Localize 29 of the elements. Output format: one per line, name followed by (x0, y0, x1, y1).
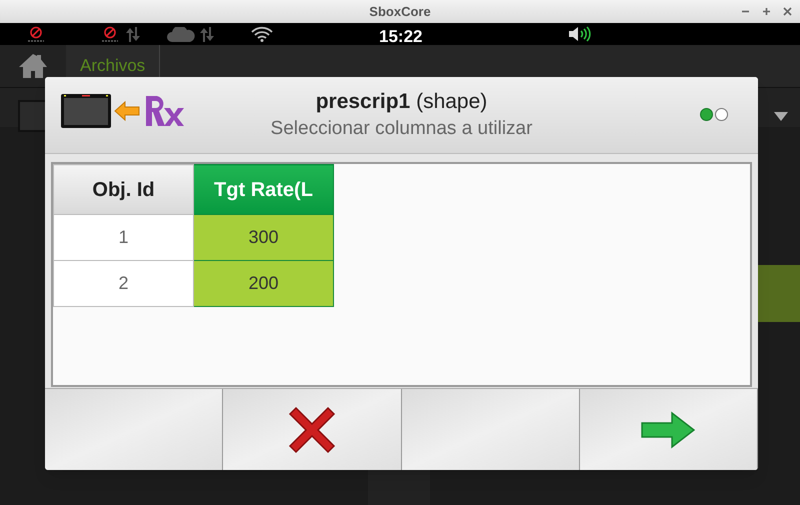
table-cell: 2 (54, 260, 194, 306)
wifi-icon (251, 26, 273, 42)
arrow-left-icon (114, 100, 140, 122)
list-row-highlight (758, 265, 800, 322)
dialog-subtitle: Seleccionar columnas a utilizar (270, 117, 532, 141)
blocked-icon (27, 26, 45, 42)
house-icon (18, 53, 48, 79)
column-header[interactable]: Obj. Id (54, 164, 194, 214)
next-button[interactable] (580, 389, 758, 470)
dialog-title: prescrip1 (shape) (316, 89, 488, 115)
transfer-arrows-icon (124, 26, 142, 43)
home-button[interactable] (0, 45, 66, 87)
table-cell: 200 (194, 260, 334, 306)
cloud-icon (166, 27, 196, 42)
clock-time: 15:22 (379, 26, 422, 48)
cancel-button[interactable] (223, 389, 402, 470)
column-header[interactable]: Tgt Rate(L (194, 164, 334, 214)
window-title: SboxCore (369, 2, 431, 21)
transfer-arrows-icon (198, 26, 216, 43)
blocked-icon (101, 26, 119, 42)
dropdown-caret-icon[interactable] (774, 112, 788, 121)
volume-icon (568, 26, 592, 42)
arrow-right-icon (641, 410, 696, 448)
screen-icon (60, 93, 112, 129)
close-icon[interactable] (783, 7, 792, 16)
table-cell: 1 (54, 214, 194, 260)
close-icon (288, 406, 336, 454)
table-cell: 300 (194, 214, 334, 260)
maximize-icon[interactable] (762, 7, 771, 16)
